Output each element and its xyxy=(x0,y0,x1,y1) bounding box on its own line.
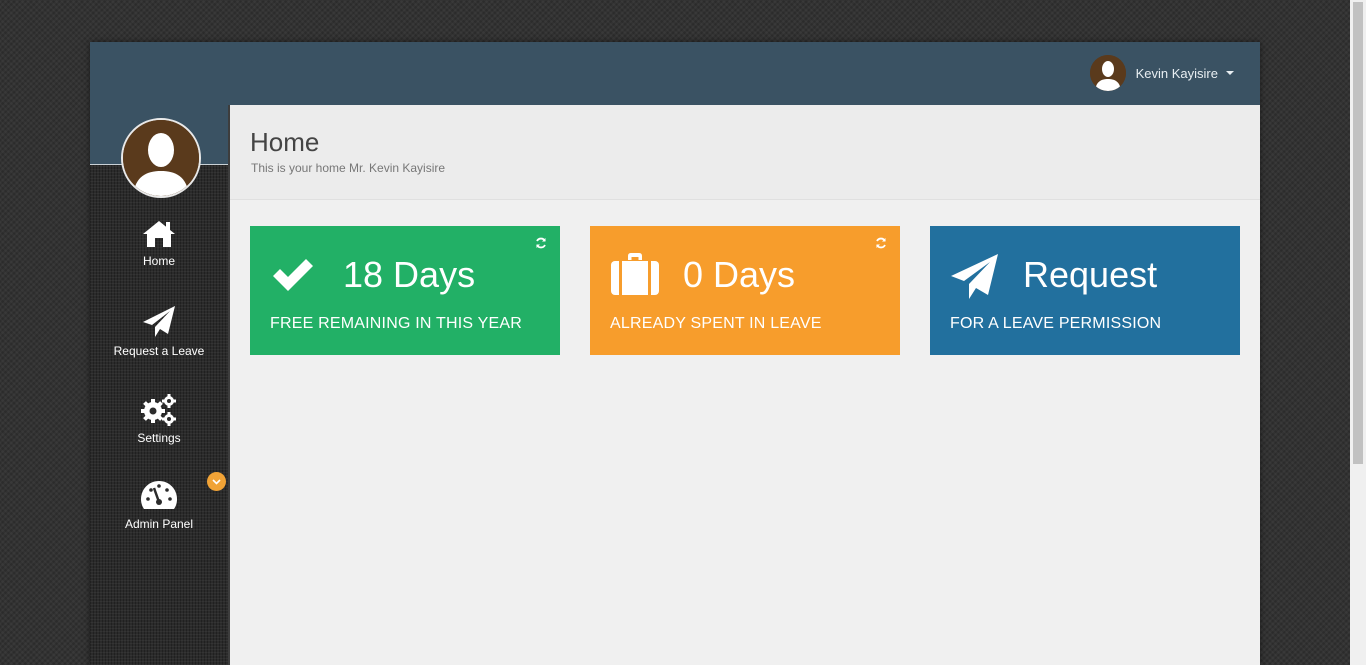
paper-plane-icon xyxy=(143,306,175,337)
page-title: Home xyxy=(250,127,320,157)
app-window: Kevin Kayisire Home Request a Leave Sett… xyxy=(90,42,1260,665)
sidebar-item-label: Admin Panel xyxy=(124,517,194,531)
tile-value: 0 Days xyxy=(683,254,796,295)
request-leave-tile[interactable]: Request FOR A LEAVE PERMISSION xyxy=(930,226,1240,355)
profile-avatar xyxy=(121,118,201,198)
sidebar-item-admin-panel[interactable]: Admin Panel xyxy=(90,472,228,549)
remaining-days-tile[interactable]: 18 Days FREE REMAINING IN THIS YEAR xyxy=(250,226,560,355)
top-bar: Kevin Kayisire xyxy=(90,42,1260,105)
sidebar-item-home[interactable]: Home xyxy=(90,218,228,288)
check-icon xyxy=(273,259,313,291)
refresh-icon[interactable] xyxy=(874,236,888,250)
tile-label: FOR A LEAVE PERMISSION xyxy=(950,315,1162,332)
sidebar-item-request-leave[interactable]: Request a Leave xyxy=(90,304,228,374)
scrollbar-thumb[interactable] xyxy=(1353,2,1363,464)
sidebar-item-settings[interactable]: Settings xyxy=(90,391,228,461)
sidebar: Home Request a Leave Settings Admin Pane… xyxy=(90,105,230,665)
tile-label: FREE REMAINING IN THIS YEAR xyxy=(270,315,522,332)
chevron-down-icon[interactable] xyxy=(207,472,226,491)
caret-down-icon xyxy=(1226,71,1234,75)
sidebar-item-label: Request a Leave xyxy=(113,344,205,358)
user-menu[interactable]: Kevin Kayisire xyxy=(1089,55,1234,91)
briefcase-icon xyxy=(611,253,659,295)
page-scrollbar[interactable] xyxy=(1350,0,1366,665)
page-subtitle: This is your home Mr. Kevin Kayisire xyxy=(251,161,446,175)
refresh-icon[interactable] xyxy=(534,236,548,250)
home-icon xyxy=(143,221,175,247)
sidebar-item-label: Settings xyxy=(137,431,181,445)
gears-icon xyxy=(141,394,176,426)
tile-value: 18 Days xyxy=(343,254,476,295)
dashboard-icon xyxy=(141,481,177,509)
sidebar-item-label: Home xyxy=(142,254,175,268)
spent-days-tile[interactable]: 0 Days ALREADY SPENT IN LEAVE xyxy=(590,226,900,355)
page-header: Home This is your home Mr. Kevin Kayisir… xyxy=(230,105,1260,200)
user-name: Kevin Kayisire xyxy=(1135,65,1218,81)
main-content: Home This is your home Mr. Kevin Kayisir… xyxy=(230,105,1260,665)
user-avatar xyxy=(1089,55,1126,91)
paper-plane-icon xyxy=(951,254,998,299)
tile-label: ALREADY SPENT IN LEAVE xyxy=(610,315,822,332)
tile-value: Request xyxy=(1023,254,1158,295)
